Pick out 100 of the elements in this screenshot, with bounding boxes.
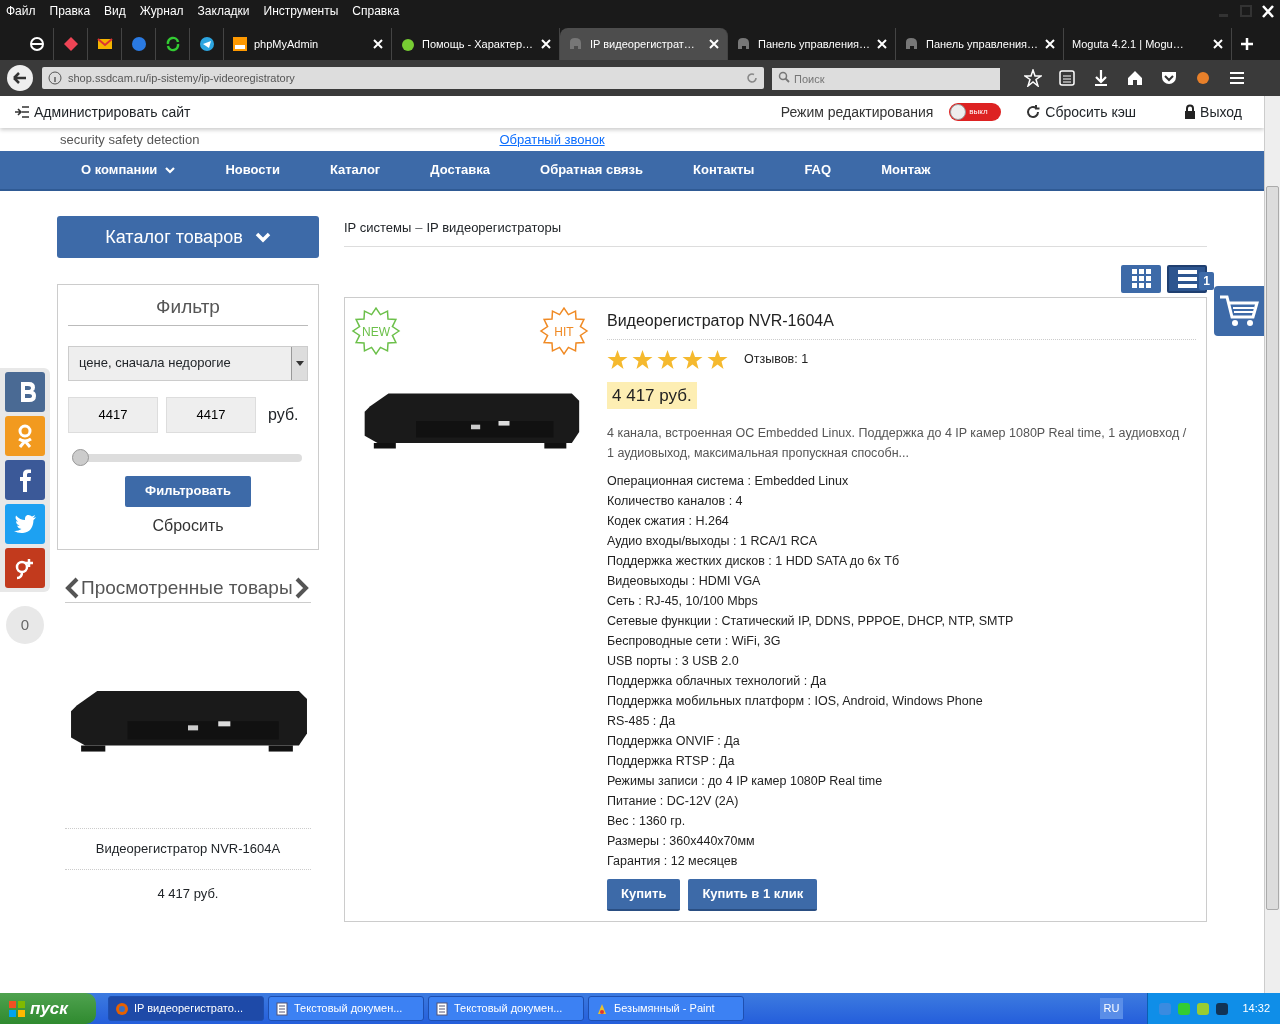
edit-mode-toggle[interactable]: выкл bbox=[949, 103, 1002, 121]
nav-link[interactable]: О компании bbox=[81, 160, 176, 180]
reset-link[interactable]: Сбросить bbox=[146, 512, 230, 539]
catalog-button[interactable]: Каталог товаров bbox=[57, 216, 319, 258]
view-toggle-button[interactable] bbox=[1121, 264, 1161, 293]
sort-select[interactable]: цене, сначала недорогие bbox=[68, 345, 308, 381]
buy-button[interactable]: Купить bbox=[607, 879, 681, 911]
document-icon bbox=[275, 1001, 289, 1016]
product-title[interactable]: Видеорегистратор NVR-1604A bbox=[607, 305, 1196, 340]
windows-logo-icon bbox=[8, 999, 26, 1018]
refresh-icon[interactable] bbox=[164, 36, 181, 52]
list-icon bbox=[14, 105, 30, 119]
close-icon[interactable] bbox=[1045, 39, 1055, 49]
cart-button[interactable] bbox=[1214, 286, 1264, 336]
paper-plane-icon[interactable] bbox=[198, 36, 215, 52]
nav-link[interactable]: FAQ bbox=[804, 160, 832, 180]
spec-line: Сетевые функции : Статический IP, DDNS, PPPOE, DHCP, NTP, SMTP bbox=[607, 613, 1015, 630]
taskbar-item[interactable]: Безымянный - Paint bbox=[588, 996, 744, 1021]
chevron-right-icon[interactable] bbox=[294, 576, 309, 599]
spec-line: Операционная система : Embedded Linux bbox=[607, 473, 850, 490]
taskbar-item[interactable]: IP видеорегистрато... bbox=[108, 996, 264, 1021]
reviews-count: Отзывов: 1 bbox=[744, 351, 809, 369]
menu-item[interactable]: Правка bbox=[49, 2, 91, 20]
caret-icon bbox=[295, 360, 304, 366]
nav-link[interactable]: Монтаж bbox=[881, 160, 931, 180]
menu-item[interactable]: Вид bbox=[104, 2, 126, 20]
cart-icon bbox=[1219, 294, 1259, 328]
clock: 14:32 bbox=[1242, 1001, 1270, 1017]
menu-item[interactable]: Файл bbox=[6, 2, 36, 20]
reading-list-icon[interactable] bbox=[1058, 69, 1076, 87]
edit-mode-label: Режим редактирования bbox=[780, 102, 934, 122]
taskbar-item[interactable]: Текстовый докумен... bbox=[268, 996, 424, 1021]
start-button[interactable]: пуск bbox=[0, 993, 96, 1024]
nav-link[interactable]: Обратная связь bbox=[540, 160, 644, 180]
circle-icon[interactable] bbox=[28, 36, 45, 52]
spec-line: Поддержка жестких дисков : 1 HDD SATA до 6х Тб bbox=[607, 553, 901, 570]
spec-line: Сеть : RJ-45, 10/100 Mbps bbox=[607, 593, 759, 610]
mail-icon[interactable] bbox=[96, 36, 113, 52]
breadcrumb-link[interactable]: IP видеорегистраторы bbox=[426, 220, 562, 235]
diamond-icon[interactable] bbox=[62, 36, 79, 52]
home-icon[interactable] bbox=[1126, 69, 1144, 87]
info-icon bbox=[48, 71, 62, 85]
document-icon bbox=[435, 1001, 449, 1016]
clear-cache-link[interactable]: Сбросить кэш bbox=[1025, 101, 1137, 123]
spec-line: Кодек сжатия : H.264 bbox=[607, 513, 730, 530]
buy-button[interactable]: Купить в 1 клик bbox=[688, 879, 818, 911]
cart-count: 1 bbox=[1199, 272, 1214, 290]
price-slider[interactable] bbox=[72, 448, 302, 466]
share-count: 0 bbox=[6, 606, 44, 644]
breadcrumb-link[interactable]: IP системы bbox=[344, 220, 412, 235]
product-badge: HIT bbox=[539, 305, 589, 356]
filter-button[interactable]: Фильтровать bbox=[125, 475, 251, 507]
new-tab-icon[interactable] bbox=[1240, 37, 1254, 51]
menu-item[interactable]: Инструменты bbox=[263, 2, 339, 20]
price-field[interactable]: 4417 bbox=[166, 396, 256, 433]
menu-item[interactable]: Закладки bbox=[197, 2, 250, 20]
slider-thumb[interactable] bbox=[72, 448, 89, 466]
close-icon[interactable] bbox=[877, 39, 887, 49]
address-field[interactable]: shop.ssdcam.ru/ip-sistemy/ip-videoregistratory bbox=[42, 67, 764, 89]
spec-line: Гарантия : 12 месяцев bbox=[607, 853, 739, 870]
close-icon[interactable] bbox=[373, 39, 383, 49]
nav-link[interactable]: Доставка bbox=[430, 160, 490, 180]
scrollbar-thumb[interactable] bbox=[1266, 186, 1279, 910]
pocket-icon[interactable] bbox=[1160, 69, 1178, 87]
close-icon[interactable] bbox=[709, 39, 719, 49]
spec-line: Поддержка мобильных платформ : IOS, Android, Windows Phone bbox=[607, 693, 984, 710]
chevron-left-icon[interactable] bbox=[65, 576, 79, 599]
nav-link[interactable]: Контакты bbox=[693, 160, 755, 180]
reload-icon[interactable] bbox=[746, 72, 758, 84]
download-icon[interactable] bbox=[1092, 69, 1110, 87]
product-badge: NEW bbox=[351, 305, 401, 356]
scrollbar[interactable] bbox=[1264, 96, 1280, 993]
browser-tab[interactable]: IP видеорегистрат… bbox=[560, 28, 728, 60]
spec-line: Вес : 1360 гр. bbox=[607, 813, 687, 830]
star-icon bbox=[707, 349, 728, 370]
callback-link[interactable]: Обратный звонок bbox=[499, 129, 605, 150]
logout-link[interactable]: Выход bbox=[1184, 101, 1242, 123]
price-field[interactable]: 4417 bbox=[68, 396, 158, 433]
spec-line: Количество каналов : 4 bbox=[607, 493, 744, 510]
menu-item[interactable]: Справка bbox=[352, 2, 400, 20]
globe-icon bbox=[115, 1001, 129, 1016]
close-icon[interactable] bbox=[1213, 39, 1223, 49]
nav-link[interactable]: Каталог bbox=[329, 160, 381, 180]
star-icon[interactable] bbox=[1024, 69, 1042, 87]
search-icon bbox=[778, 71, 790, 83]
spec-line: Размеры : 360х440х70мм bbox=[607, 833, 756, 850]
spec-line: RS-485 : Да bbox=[607, 713, 677, 730]
nav-link[interactable]: Новости bbox=[225, 160, 280, 180]
spec-line: Поддержка ONVIF : Да bbox=[607, 733, 741, 750]
logo-text: security safety detection bbox=[60, 130, 200, 149]
admin-link[interactable]: Администрировать сайт bbox=[14, 101, 191, 123]
menu-icon[interactable] bbox=[1228, 69, 1246, 87]
close-icon[interactable] bbox=[541, 39, 551, 49]
back-icon[interactable] bbox=[6, 64, 34, 92]
list-icon bbox=[1177, 269, 1197, 288]
spec-line: Беспроводные сети : WiFi, 3G bbox=[607, 633, 782, 650]
search-field[interactable]: Поиск bbox=[772, 68, 1000, 90]
taskbar-item[interactable]: Текстовый докумен... bbox=[428, 996, 584, 1021]
menu-item[interactable]: Журнал bbox=[139, 2, 184, 20]
product-name[interactable]: Видеорегистратор NVR-1604A bbox=[65, 828, 311, 870]
